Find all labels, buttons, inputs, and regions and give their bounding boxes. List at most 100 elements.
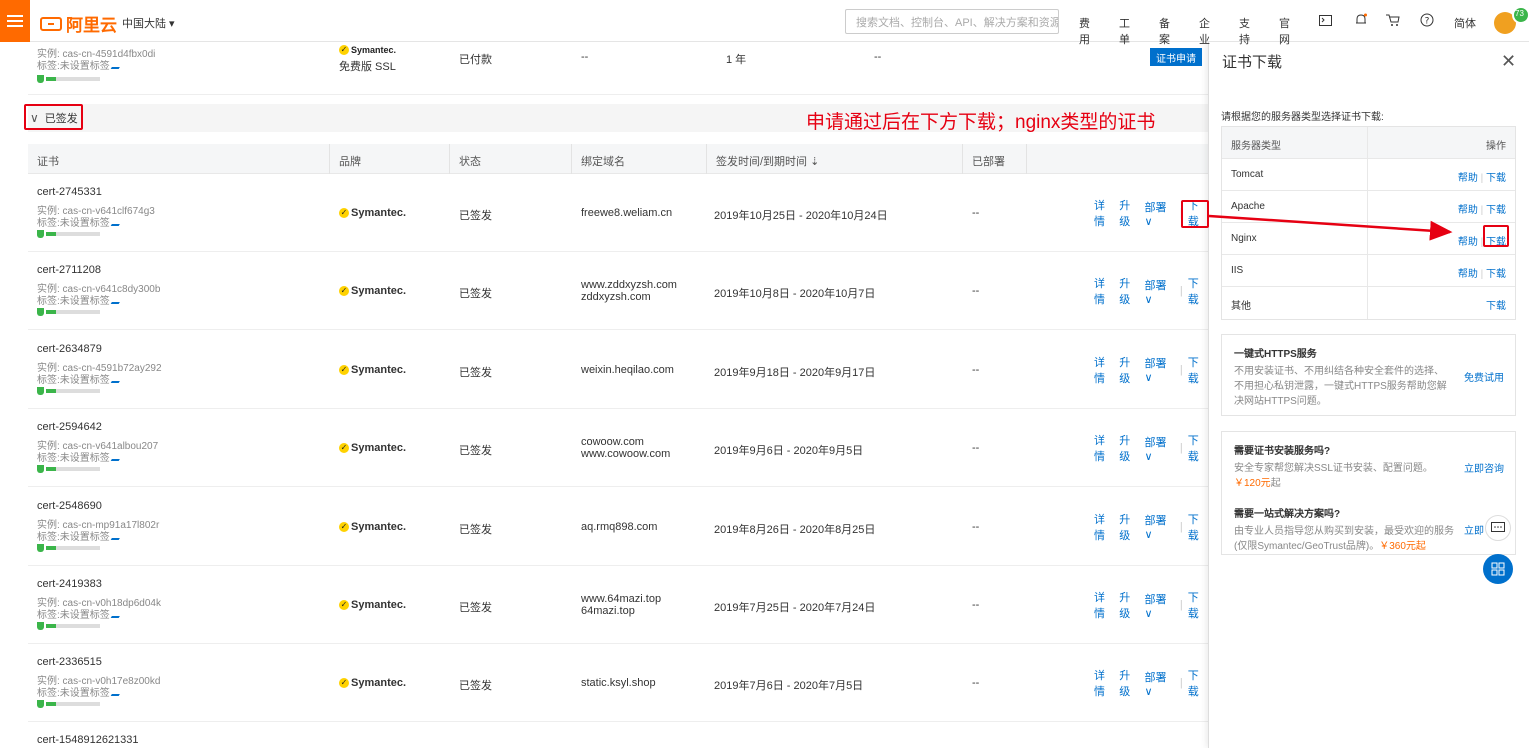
nav-fees[interactable]: 费用 — [1079, 15, 1090, 47]
upgrade-link[interactable]: 升级 — [1119, 589, 1139, 621]
upgrade-link[interactable]: 升级 — [1119, 275, 1139, 307]
download-link[interactable]: 下载 — [1486, 301, 1506, 312]
time-text: 2019年10月25日 - 2020年10月24日 — [714, 210, 888, 222]
detail-link[interactable]: 详情 — [1094, 511, 1114, 543]
upgrade-link[interactable]: 升级 — [1119, 667, 1139, 699]
cart-icon[interactable] — [1386, 14, 1400, 27]
brand-text: Symantec. — [351, 677, 407, 690]
edit-icon[interactable] — [110, 374, 124, 383]
detail-link[interactable]: 详情 — [1094, 275, 1114, 307]
th-time[interactable]: 签发时间/到期时间 ⇣ — [716, 153, 819, 169]
edit-icon[interactable] — [110, 296, 124, 305]
check-icon: ✓ — [339, 521, 349, 532]
help-link[interactable]: 帮助 — [1458, 173, 1478, 184]
upgrade-link[interactable]: 升级 — [1119, 197, 1139, 229]
time-text: 2019年8月26日 - 2020年8月25日 — [714, 523, 876, 536]
download-link[interactable]: 下载 — [1486, 269, 1506, 280]
nav-support[interactable]: 支持 — [1239, 15, 1250, 47]
detail-link[interactable]: 详情 — [1094, 432, 1114, 464]
highlight-row-download — [1181, 200, 1209, 228]
close-icon[interactable]: ✕ — [1501, 51, 1516, 72]
shield-icon — [37, 230, 44, 239]
edit-icon[interactable] — [110, 218, 124, 226]
cert-id[interactable]: cert-2548690 — [37, 500, 102, 512]
edit-icon[interactable] — [110, 531, 124, 540]
detail-link[interactable]: 详情 — [1094, 589, 1114, 621]
deploy-dropdown[interactable]: 部署 ∨ — [1144, 199, 1174, 228]
apps-icon[interactable] — [1483, 554, 1513, 584]
panel-hint: 请根据您的服务器类型选择证书下载: — [1221, 112, 1384, 123]
server-row-apache: Apache 帮助 | 下载 — [1222, 191, 1515, 223]
deploy-dropdown[interactable]: 部署 ∨ — [1144, 434, 1174, 463]
svc-desc: 安全专家帮您解决SSL证书安装、配置问题。 — [1234, 463, 1433, 474]
top-navbar: 阿里云 中国大陆 ▾ 搜索文档、控制台、API、解决方案和资源 费用 工单 备案… — [0, 0, 1529, 46]
deployed-text: -- — [972, 599, 980, 611]
solution-link[interactable]: 立即 — [1464, 522, 1484, 537]
security-score — [37, 71, 100, 85]
deployed-text: -- — [972, 207, 980, 219]
status-text: 已付款 — [459, 54, 492, 66]
server-row-nginx: Nginx 帮助 | 下载 — [1222, 223, 1515, 255]
help-link[interactable]: 帮助 — [1458, 237, 1478, 248]
cert-id[interactable]: cert-1548912621331 — [37, 734, 139, 746]
cert-id[interactable]: cert-2711208 — [37, 264, 101, 276]
region-select[interactable]: 中国大陆 ▾ — [122, 15, 175, 31]
edit-icon[interactable] — [110, 688, 124, 697]
time-text: 2019年9月6日 - 2020年9月5日 — [714, 445, 864, 458]
download-link[interactable]: 下载 — [1486, 205, 1506, 216]
nav-enterprise[interactable]: 企业 — [1199, 15, 1210, 47]
nav-website[interactable]: 官网 — [1279, 15, 1290, 47]
deploy-dropdown[interactable]: 部署 ∨ — [1144, 591, 1174, 620]
download-link[interactable]: 下载 — [1188, 667, 1208, 699]
edit-icon[interactable] — [110, 61, 124, 69]
domain-line: 64mazi.top — [581, 605, 635, 617]
lang-switch[interactable]: 简体 — [1454, 15, 1476, 31]
detail-link[interactable]: 详情 — [1094, 197, 1114, 229]
main-content: 实例: cas-cn-4591d4fbx0di 标签:未设置标签 ✓ Symant… — [0, 42, 1208, 748]
cert-id[interactable]: cert-2594642 — [37, 421, 102, 433]
search-input[interactable]: 搜索文档、控制台、API、解决方案和资源 — [845, 9, 1059, 34]
brand-text: Symantec. — [351, 442, 407, 455]
table-row: cert-2594642 实例: cas-cn-v641albou207 标签:… — [28, 409, 1208, 488]
detail-link[interactable]: 详情 — [1094, 667, 1114, 699]
cert-id[interactable]: cert-2745331 — [37, 186, 102, 198]
deploy-dropdown[interactable]: 部署 ∨ — [1144, 355, 1174, 384]
upgrade-link[interactable]: 升级 — [1119, 511, 1139, 543]
terminal-icon[interactable] — [1319, 15, 1332, 26]
tag-text: 标签:未设置标签 — [37, 292, 124, 307]
brand-logo: ✓ Symantec. — [339, 364, 406, 376]
download-link[interactable]: 下载 — [1188, 432, 1208, 464]
download-link[interactable]: 下载 — [1188, 511, 1208, 543]
brand-logo: ✓ Symantec. — [339, 442, 406, 454]
apply-cert-button[interactable]: 证书申请 — [1150, 48, 1202, 66]
tag-text: 标签:未设置标签 — [37, 449, 124, 464]
download-link[interactable]: 下载 — [1188, 589, 1208, 621]
cert-id[interactable]: cert-2419383 — [37, 578, 102, 590]
menu-icon[interactable] — [0, 0, 30, 42]
nav-beian[interactable]: 备案 — [1159, 15, 1170, 47]
deploy-dropdown[interactable]: 部署 ∨ — [1144, 277, 1174, 306]
chat-icon[interactable] — [1485, 515, 1511, 541]
shield-icon — [37, 308, 44, 317]
cert-id[interactable]: cert-2634879 — [37, 343, 102, 355]
upgrade-link[interactable]: 升级 — [1119, 354, 1139, 386]
edit-icon[interactable] — [110, 453, 124, 462]
free-trial-link[interactable]: 免费试用 — [1464, 369, 1504, 384]
detail-link[interactable]: 详情 — [1094, 354, 1114, 386]
download-link[interactable]: 下载 — [1486, 173, 1506, 184]
help-link[interactable]: 帮助 — [1458, 205, 1478, 216]
download-link[interactable]: 下载 — [1188, 354, 1208, 386]
bell-icon[interactable] — [1354, 13, 1368, 27]
deploy-dropdown[interactable]: 部署 ∨ — [1144, 512, 1174, 541]
download-link[interactable]: 下载 — [1188, 275, 1208, 307]
cert-id[interactable]: cert-2336515 — [37, 656, 102, 668]
nav-ticket[interactable]: 工单 — [1119, 15, 1130, 47]
aliyun-logo[interactable]: 阿里云 — [40, 11, 117, 36]
edit-icon[interactable] — [110, 610, 124, 618]
help-icon[interactable]: ? — [1420, 13, 1434, 27]
deploy-dropdown[interactable]: 部署 ∨ — [1144, 669, 1174, 698]
deployed-text: -- — [972, 285, 980, 298]
consult-link[interactable]: 立即咨询 — [1464, 460, 1504, 475]
upgrade-link[interactable]: 升级 — [1119, 432, 1139, 464]
help-link[interactable]: 帮助 — [1458, 269, 1478, 280]
